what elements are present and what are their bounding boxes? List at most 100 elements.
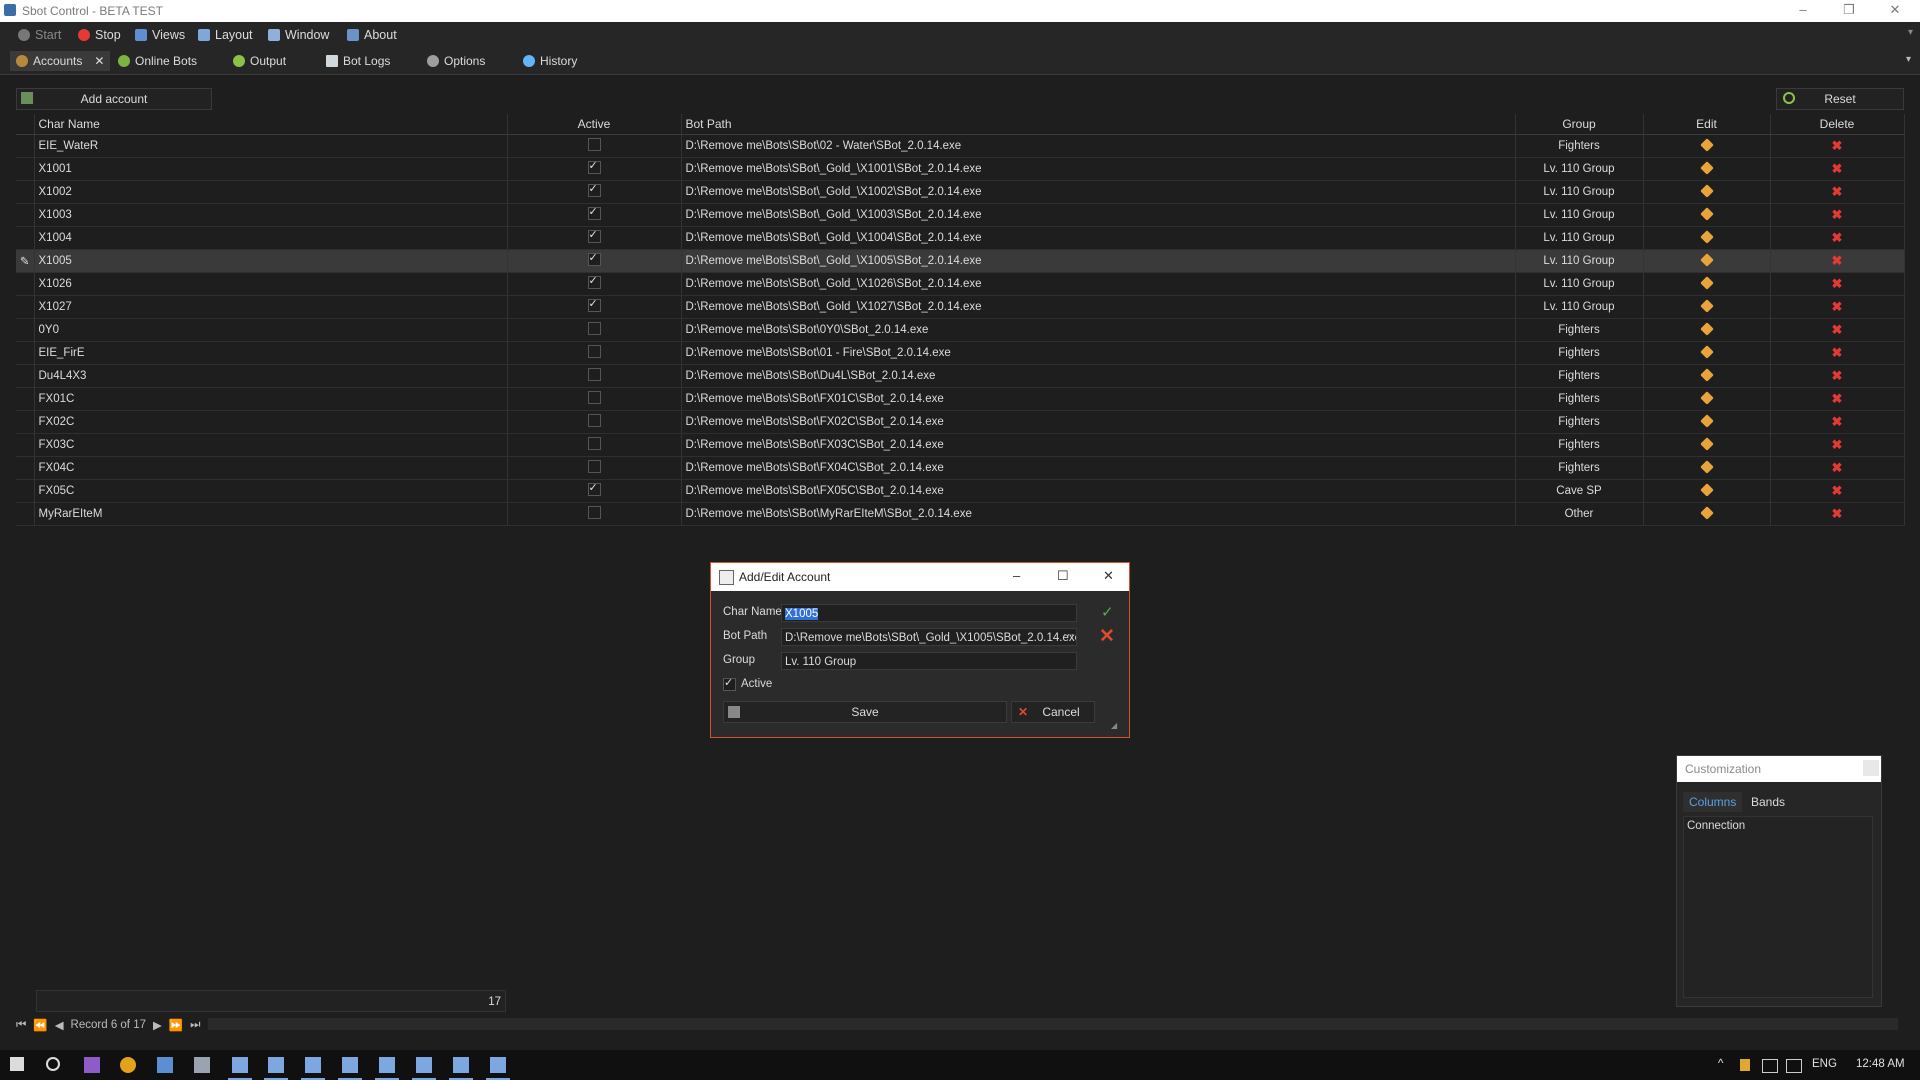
next-page-icon[interactable]: ⏩ bbox=[169, 1018, 183, 1032]
tab-bands[interactable]: Bands bbox=[1745, 792, 1791, 812]
table-row[interactable]: X1003 D:\Remove me\Bots\SBot\_Gold_\X1003… bbox=[16, 203, 1905, 227]
cell-active[interactable] bbox=[507, 341, 682, 365]
cell-char-name[interactable]: MyRarEIteM bbox=[34, 502, 508, 526]
browse-button[interactable]: ··· bbox=[1063, 629, 1074, 641]
cell-active[interactable] bbox=[507, 134, 682, 158]
delete-icon[interactable]: ✖ bbox=[1832, 161, 1843, 176]
active-checkbox[interactable] bbox=[587, 437, 601, 450]
cell-delete[interactable]: ✖ bbox=[1770, 433, 1905, 457]
edit-icon[interactable] bbox=[1699, 505, 1714, 520]
confirm-check-icon[interactable]: ✓ bbox=[1101, 603, 1114, 621]
cell-bot-path[interactable]: D:\Remove me\Bots\SBot\0Y0\SBot_2.0.14.e… bbox=[681, 318, 1516, 342]
resize-grip-icon[interactable]: ◢ bbox=[1111, 721, 1117, 730]
menu-about[interactable]: About bbox=[347, 27, 397, 43]
cell-char-name[interactable]: EIE_FirE bbox=[34, 341, 508, 365]
cell-edit[interactable] bbox=[1643, 272, 1771, 296]
header-bot-path[interactable]: Bot Path bbox=[681, 114, 1516, 135]
menu-layout[interactable]: Layout bbox=[198, 27, 253, 43]
cell-active[interactable] bbox=[507, 272, 682, 296]
clock[interactable]: 12:48 AM bbox=[1856, 1058, 1905, 1070]
header-delete[interactable]: Delete bbox=[1770, 114, 1905, 135]
cell-bot-path[interactable]: D:\Remove me\Bots\SBot\_Gold_\X1004\SBot… bbox=[681, 226, 1516, 250]
cell-delete[interactable]: ✖ bbox=[1770, 180, 1905, 204]
cancel-button[interactable]: ✕ Cancel bbox=[1011, 701, 1095, 723]
edit-icon[interactable] bbox=[1699, 298, 1714, 313]
cell-group[interactable]: Lv. 110 Group bbox=[1515, 295, 1644, 319]
cell-edit[interactable] bbox=[1643, 203, 1771, 227]
cell-bot-path[interactable]: D:\Remove me\Bots\SBot\FX01C\SBot_2.0.14… bbox=[681, 387, 1516, 411]
active-checkbox[interactable] bbox=[587, 297, 601, 312]
delete-icon[interactable]: ✖ bbox=[1832, 345, 1843, 360]
table-row[interactable]: ✎ X1005 D:\Remove me\Bots\SBot\_Gold_\X100… bbox=[16, 249, 1905, 273]
delete-icon[interactable]: ✖ bbox=[1832, 253, 1843, 268]
cell-active[interactable] bbox=[507, 456, 682, 480]
active-checkbox[interactable] bbox=[587, 274, 601, 289]
tray-app-icon[interactable] bbox=[1740, 1059, 1750, 1071]
first-record-icon[interactable]: ⏮ bbox=[16, 1019, 26, 1032]
delete-icon[interactable]: ✖ bbox=[1832, 460, 1843, 475]
tab-output[interactable]: Output bbox=[233, 51, 286, 71]
sbot-icon[interactable] bbox=[379, 1057, 395, 1073]
table-row[interactable]: EIE_WateR D:\Remove me\Bots\SBot\02 - Wat… bbox=[16, 134, 1905, 158]
tab-history[interactable]: History bbox=[523, 51, 577, 71]
menu-overflow-icon[interactable]: ▾ bbox=[1908, 27, 1913, 38]
restore-button[interactable]: ❐ bbox=[1826, 0, 1872, 22]
active-checkbox[interactable] bbox=[723, 676, 736, 691]
prev-page-icon[interactable]: ⏪ bbox=[33, 1018, 47, 1032]
bot-path-field[interactable]: D:\Remove me\Bots\SBot\_Gold_\X1005\SBot… bbox=[781, 628, 1077, 646]
table-row[interactable]: 0Y0 D:\Remove me\Bots\SBot\0Y0\SBot_2.0.1… bbox=[16, 318, 1905, 342]
cell-char-name[interactable]: X1003 bbox=[34, 203, 508, 227]
cell-edit[interactable] bbox=[1643, 180, 1771, 204]
add-account-button[interactable]: Add account bbox=[16, 88, 212, 110]
cell-bot-path[interactable]: D:\Remove me\Bots\SBot\FX03C\SBot_2.0.14… bbox=[681, 433, 1516, 457]
delete-icon[interactable]: ✖ bbox=[1832, 391, 1843, 406]
menu-window[interactable]: Window bbox=[268, 27, 329, 43]
edit-icon[interactable] bbox=[1699, 344, 1714, 359]
table-row[interactable]: MyRarEIteM D:\Remove me\Bots\SBot\MyRarEI… bbox=[16, 502, 1905, 526]
cell-edit[interactable] bbox=[1643, 479, 1771, 503]
table-row[interactable]: X1004 D:\Remove me\Bots\SBot\_Gold_\X1004… bbox=[16, 226, 1905, 250]
dialog-minimize-button[interactable]: – bbox=[1013, 568, 1020, 583]
menu-stop[interactable]: Stop bbox=[78, 27, 121, 43]
cell-bot-path[interactable]: D:\Remove me\Bots\SBot\_Gold_\X1005\SBot… bbox=[681, 249, 1516, 273]
cell-bot-path[interactable]: D:\Remove me\Bots\SBot\_Gold_\X1002\SBot… bbox=[681, 180, 1516, 204]
cell-bot-path[interactable]: D:\Remove me\Bots\SBot\_Gold_\X1027\SBot… bbox=[681, 295, 1516, 319]
visual-studio-icon[interactable] bbox=[84, 1057, 100, 1073]
cell-group[interactable]: Lv. 110 Group bbox=[1515, 226, 1644, 250]
delete-icon[interactable]: ✖ bbox=[1832, 184, 1843, 199]
cell-delete[interactable]: ✖ bbox=[1770, 272, 1905, 296]
cell-delete[interactable]: ✖ bbox=[1770, 456, 1905, 480]
cell-active[interactable] bbox=[507, 479, 682, 503]
cell-delete[interactable]: ✖ bbox=[1770, 387, 1905, 411]
tab-accounts[interactable]: Accounts ✕ bbox=[10, 51, 111, 71]
windows-start-icon[interactable] bbox=[10, 1057, 24, 1071]
cell-delete[interactable]: ✖ bbox=[1770, 341, 1905, 365]
cell-active[interactable] bbox=[507, 203, 682, 227]
edit-icon[interactable] bbox=[1699, 229, 1714, 244]
edit-icon[interactable] bbox=[1699, 321, 1714, 336]
cell-delete[interactable]: ✖ bbox=[1770, 410, 1905, 434]
delete-icon[interactable]: ✖ bbox=[1832, 322, 1843, 337]
tab-bot-logs[interactable]: Bot Logs bbox=[326, 51, 390, 71]
cell-group[interactable]: Lv. 110 Group bbox=[1515, 272, 1644, 296]
delete-icon[interactable]: ✖ bbox=[1832, 207, 1843, 222]
delete-icon[interactable]: ✖ bbox=[1832, 368, 1843, 383]
prev-record-icon[interactable]: ◀ bbox=[55, 1018, 64, 1032]
next-record-icon[interactable]: ▶ bbox=[153, 1018, 162, 1032]
cell-group[interactable]: Fighters bbox=[1515, 341, 1644, 365]
edit-icon[interactable] bbox=[1699, 367, 1714, 382]
cell-edit[interactable] bbox=[1643, 387, 1771, 411]
edit-icon[interactable] bbox=[1699, 160, 1714, 175]
cell-delete[interactable]: ✖ bbox=[1770, 226, 1905, 250]
table-row[interactable]: X1027 D:\Remove me\Bots\SBot\_Gold_\X1027… bbox=[16, 295, 1905, 319]
cell-active[interactable] bbox=[507, 364, 682, 388]
sbot-icon[interactable] bbox=[342, 1057, 358, 1073]
group-field[interactable]: Lv. 110 Group bbox=[781, 652, 1077, 670]
edit-icon[interactable] bbox=[1699, 206, 1714, 221]
dialog-close-button[interactable]: ✕ bbox=[1103, 568, 1114, 584]
tab-options[interactable]: Options bbox=[427, 51, 485, 71]
customization-close-button[interactable] bbox=[1863, 760, 1879, 776]
cell-group[interactable]: Fighters bbox=[1515, 134, 1644, 158]
close-button[interactable]: ✕ bbox=[1872, 0, 1918, 22]
cell-delete[interactable]: ✖ bbox=[1770, 502, 1905, 526]
